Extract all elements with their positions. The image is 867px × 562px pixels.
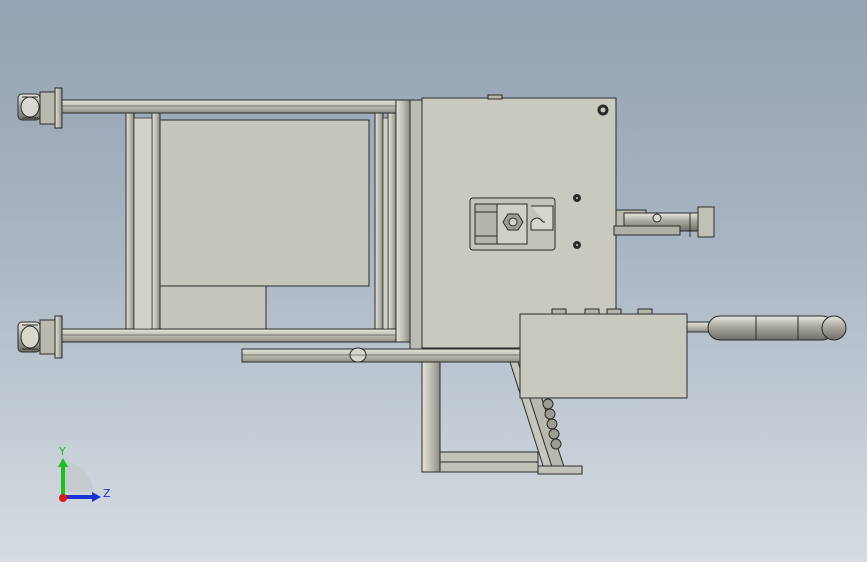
frame-upright (395, 99, 411, 343)
bottom-rail (59, 328, 411, 343)
frame-post-right (374, 112, 384, 330)
z-axis-label: Z (103, 487, 111, 500)
frame-post-left-inner (151, 112, 161, 330)
handle-grip[interactable] (707, 315, 847, 341)
caster-bottom (17, 315, 63, 359)
clamp-block (469, 197, 556, 251)
top-rail (59, 99, 411, 114)
caster-top (17, 87, 63, 129)
feed-tube (241, 347, 523, 363)
y-axis-label: Y (58, 445, 66, 458)
inner-panel (159, 119, 370, 287)
left-frame (59, 99, 423, 351)
coordinate-triad: Y Z (58, 445, 111, 502)
inner-panel-lower (159, 285, 267, 330)
x-axis-dot (59, 494, 67, 502)
cad-viewport[interactable]: Y Z (0, 0, 867, 562)
pneumatic-cylinder (613, 206, 715, 238)
frame-post-left (125, 112, 135, 330)
frame-post-right-inner (387, 112, 397, 330)
control-box (519, 308, 710, 399)
